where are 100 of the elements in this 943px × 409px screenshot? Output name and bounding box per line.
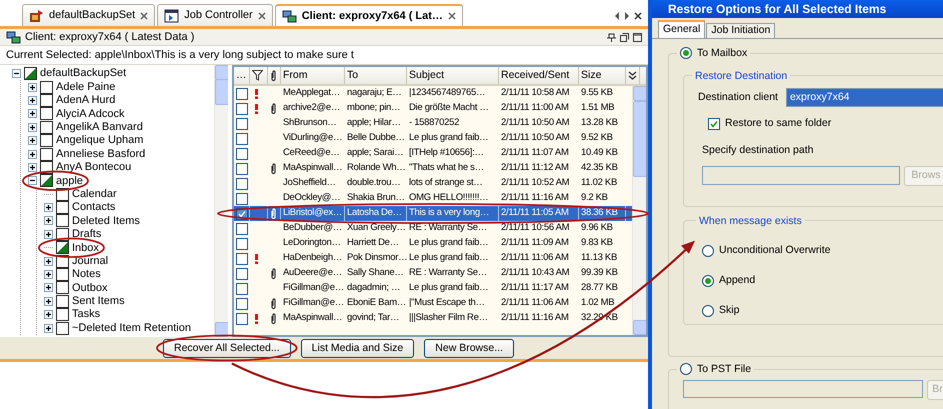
expand-icon[interactable] [44, 230, 53, 239]
column-header[interactable]: Size [579, 67, 626, 84]
radio-button[interactable] [702, 245, 714, 258]
tab[interactable]: Client: exproxy7x64 ( Lat… [274, 4, 463, 26]
action-button[interactable]: List Media and Size [300, 338, 414, 358]
checkbox[interactable] [236, 102, 248, 114]
column-header[interactable]: Subject [407, 67, 499, 84]
check-icon [710, 120, 718, 128]
expand-icon[interactable] [28, 162, 37, 172]
checkbox[interactable] [40, 134, 53, 148]
checkbox[interactable] [708, 118, 720, 130]
checkbox[interactable] [236, 312, 248, 324]
table-cell-text: [ITHelp #10656]:… [409, 146, 484, 160]
checkbox[interactable] [236, 238, 248, 250]
column-header[interactable]: To [345, 67, 407, 84]
filter-icon[interactable] [252, 70, 263, 81]
expand-icon[interactable] [44, 270, 53, 280]
close-icon[interactable] [258, 12, 266, 20]
table-cell-text: OMG HELLO!!!!!!!… [409, 191, 488, 206]
close-icon[interactable] [634, 12, 642, 20]
expand-icon[interactable] [44, 296, 53, 306]
checkbox[interactable] [236, 192, 248, 204]
table-cell-text: Pok Dinsmor… [347, 251, 408, 266]
check-icon [238, 210, 246, 218]
table-cell-text: 2/11/11 10:56 AM [501, 221, 570, 236]
table-cell-text: 99.39 KB [581, 266, 618, 280]
column-header[interactable]: … [234, 67, 250, 84]
restore-icon[interactable] [620, 32, 629, 42]
right-arrow-icon[interactable] [624, 12, 630, 20]
checkbox[interactable] [236, 222, 248, 234]
expand-icon[interactable] [44, 324, 53, 333]
column-chooser-icon[interactable] [628, 71, 637, 80]
checkbox[interactable] [236, 268, 248, 280]
checkbox[interactable] [40, 120, 53, 134]
checkbox[interactable] [56, 201, 69, 214]
column-header[interactable]: Received/Sent [499, 67, 579, 84]
expand-icon[interactable] [28, 96, 37, 105]
tab[interactable]: General [658, 20, 706, 38]
checkbox[interactable] [40, 174, 53, 188]
checkbox[interactable] [236, 252, 248, 264]
table-cell-text: 2/11/11 10:58 AM [501, 86, 570, 100]
checkbox[interactable] [40, 94, 53, 107]
table-cell-text: 2/11/11 11:06 AM [501, 251, 569, 266]
checkbox[interactable] [56, 241, 69, 254]
checkbox[interactable] [40, 80, 53, 94]
scrollbar[interactable] [632, 86, 646, 335]
radio-button[interactable] [702, 274, 714, 287]
maximize-icon[interactable] [633, 32, 642, 42]
expand-icon[interactable] [44, 310, 53, 320]
tab[interactable]: defaultBackupSet [22, 4, 156, 26]
radio-button[interactable] [680, 363, 692, 376]
input-field[interactable]: exproxy7x64 [786, 88, 943, 108]
expand-icon[interactable] [28, 109, 37, 118]
radio-button[interactable] [702, 304, 714, 317]
collapse-icon[interactable] [12, 69, 21, 78]
expand-icon[interactable] [28, 82, 37, 92]
checkbox[interactable] [56, 281, 69, 294]
table-cell-text: ViDurling@e… [283, 131, 342, 146]
expand-icon[interactable] [28, 122, 37, 132]
action-button[interactable]: New Browse... [424, 338, 514, 358]
checkbox[interactable] [236, 282, 248, 294]
checkbox[interactable] [56, 294, 69, 308]
checkbox[interactable] [236, 88, 248, 100]
expand-icon[interactable] [44, 203, 53, 212]
checkbox[interactable] [236, 298, 248, 310]
paperclip-icon[interactable] [270, 70, 277, 82]
table-cell-text: 9.2 KB [581, 191, 608, 206]
expand-icon[interactable] [28, 136, 37, 146]
checkbox[interactable] [236, 132, 248, 144]
tab[interactable]: Job Initiation [706, 23, 776, 38]
checkbox[interactable] [24, 67, 37, 80]
table-cell-text: 2/11/11 11:12 AM [501, 161, 569, 176]
table-cell-text: MaAspinwall… [283, 311, 342, 326]
close-icon[interactable] [448, 12, 456, 20]
table-cell-text: EboniE Bam… [347, 296, 406, 310]
checkbox[interactable] [236, 178, 248, 190]
scrollbar[interactable] [214, 65, 228, 337]
checkbox[interactable] [236, 162, 248, 174]
expand-icon[interactable] [44, 216, 53, 226]
expand-icon[interactable] [44, 283, 53, 292]
action-button[interactable]: Recover All Selected... [163, 338, 291, 358]
checkbox[interactable] [56, 308, 69, 322]
left-arrow-icon[interactable] [614, 12, 620, 20]
radio-button[interactable] [680, 47, 692, 60]
expand-icon[interactable] [28, 150, 37, 159]
collapse-icon[interactable] [28, 176, 37, 186]
expand-icon[interactable] [44, 256, 53, 266]
checkbox[interactable] [40, 107, 53, 120]
table-cell-text: Latosha De… [347, 206, 402, 220]
checkbox[interactable] [56, 322, 69, 335]
checkbox[interactable] [40, 148, 53, 161]
checkbox[interactable] [236, 148, 248, 160]
checkbox[interactable] [56, 214, 69, 228]
column-header[interactable]: From [281, 67, 345, 84]
close-icon[interactable] [140, 12, 148, 20]
tab[interactable]: Job Controller [157, 4, 273, 26]
pin-icon[interactable] [607, 32, 616, 42]
checkbox[interactable] [56, 268, 69, 282]
table-cell-text: 42.35 KB [581, 161, 618, 176]
checkbox[interactable] [236, 118, 248, 130]
